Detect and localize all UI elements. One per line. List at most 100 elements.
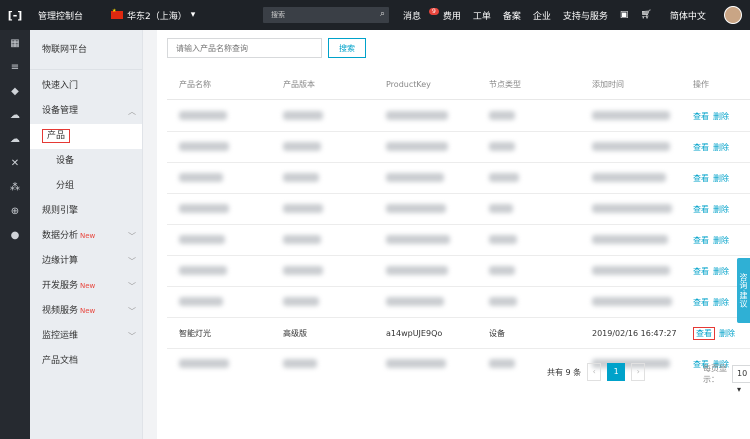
table-header: 产品名称 产品版本 ProductKey 节点类型 添加时间 操作: [167, 70, 750, 100]
sidebar-item-edge-computing[interactable]: 边缘计算 ﹀: [30, 249, 142, 274]
region-label: 华东2（上海）: [127, 11, 187, 22]
nav-enterprise[interactable]: 企业: [533, 9, 551, 22]
global-search-input[interactable]: 搜索 ⌕: [263, 7, 389, 23]
page-size-select[interactable]: 10 ▾: [732, 365, 750, 394]
cell-product-version: 高级版: [283, 328, 307, 338]
icon-rail: ▦ ≡ ◆ ☁ ☁ ✕ ⁂ ⊕ ●: [0, 30, 30, 439]
list-icon[interactable]: ≡: [9, 62, 21, 74]
sidebar-item-rule-engine[interactable]: 规则引擎: [30, 199, 142, 224]
row-actions: 查看 删除: [683, 204, 750, 215]
cell-version-redacted: [271, 141, 374, 153]
console-logo-icon[interactable]: [-]: [0, 0, 30, 30]
row-actions: 查看 删除: [683, 173, 750, 184]
view-link[interactable]: 查看: [693, 112, 709, 121]
cell-time-redacted: [580, 265, 683, 277]
prev-page-button[interactable]: ‹: [587, 363, 602, 381]
sidebar-item-monitoring[interactable]: 监控运维 ﹀: [30, 324, 142, 349]
sidebar-item-dev-services[interactable]: 开发服务 New ﹀: [30, 274, 142, 299]
cell-key-redacted: [374, 234, 477, 246]
cart-icon[interactable]: 🛒︎: [640, 10, 651, 20]
nav-tickets[interactable]: 工单: [473, 9, 491, 22]
diamond-icon[interactable]: ◆: [9, 86, 21, 98]
nav-icp[interactable]: 备案: [503, 9, 521, 22]
language-selector[interactable]: 简体中文: [670, 9, 706, 22]
sidebar-item-label: 产品: [42, 129, 71, 143]
region-selector[interactable]: 华东2（上海） ▾: [111, 8, 196, 22]
product-search-input[interactable]: [167, 38, 322, 58]
chevron-up-icon: ︿: [128, 107, 136, 116]
grid-menu-icon[interactable]: ▦: [9, 38, 21, 50]
view-link[interactable]: 查看: [693, 326, 715, 340]
cell-name-redacted: [167, 172, 271, 184]
nav-support[interactable]: 支持与服务: [563, 9, 608, 22]
total-count: 共有 9 条: [547, 367, 582, 377]
page-1-button[interactable]: 1: [607, 363, 626, 381]
delete-link[interactable]: 删除: [713, 143, 729, 152]
new-badge: New: [80, 232, 96, 240]
nav-billing[interactable]: 费用: [443, 9, 461, 22]
cell-name-redacted: [167, 359, 271, 370]
globe-icon[interactable]: ⊕: [9, 206, 21, 218]
sidebar-item-video-services[interactable]: 视频服务 New ﹀: [30, 299, 142, 324]
cell-name-redacted: [167, 203, 271, 215]
sidebar-item-label: 设备管理: [42, 106, 79, 116]
chevron-down-icon: ▾: [190, 10, 196, 20]
cell-version-redacted: [271, 265, 374, 277]
sidebar-item-product[interactable]: 产品: [30, 124, 142, 149]
cell-time-redacted: [580, 110, 683, 122]
view-link[interactable]: 查看: [693, 143, 709, 152]
next-page-button[interactable]: ›: [631, 363, 646, 381]
nodes-icon[interactable]: ⁂: [9, 182, 21, 194]
circle-icon[interactable]: ●: [9, 230, 21, 242]
terminal-icon[interactable]: ▣: [620, 10, 629, 20]
cell-version-redacted: [271, 172, 374, 184]
nav-messages[interactable]: 消息 9: [403, 7, 439, 22]
cross-icon[interactable]: ✕: [9, 158, 21, 170]
feedback-tab[interactable]: 咨询·建议: [737, 258, 750, 323]
cell-type-redacted: [477, 141, 580, 153]
china-flag-icon: [111, 8, 124, 19]
sidebar-item-label: 边缘计算: [42, 256, 79, 266]
delete-link[interactable]: 删除: [713, 205, 729, 214]
cloud-upload-icon[interactable]: ☁: [9, 134, 21, 146]
chevron-down-icon: ﹀: [128, 332, 136, 341]
delete-link[interactable]: 删除: [719, 329, 735, 338]
delete-link[interactable]: 删除: [713, 236, 729, 245]
page-size-control: 每页显示： 10 ▾: [703, 363, 750, 394]
cell-key-redacted: [374, 141, 477, 153]
sidebar-item-docs[interactable]: 产品文档: [30, 349, 142, 374]
cell-type-redacted: [477, 203, 580, 215]
cell-added-time: 2019/02/16 16:47:27: [592, 328, 677, 338]
new-badge: New: [80, 282, 96, 290]
search-button[interactable]: 搜索: [328, 38, 366, 58]
page-size-label: 每页显示：: [703, 364, 727, 384]
view-link[interactable]: 查看: [693, 174, 709, 183]
cloud-icon[interactable]: ☁: [9, 110, 21, 122]
console-title[interactable]: 管理控制台: [38, 9, 83, 22]
view-link[interactable]: 查看: [693, 298, 709, 307]
view-link[interactable]: 查看: [693, 205, 709, 214]
nav-messages-label: 消息: [403, 11, 422, 22]
delete-link[interactable]: 删除: [713, 112, 729, 121]
delete-link[interactable]: 删除: [713, 174, 729, 183]
main-content: 搜索 产品名称 产品版本 ProductKey 节点类型 添加时间 操作 查看删…: [157, 30, 750, 439]
sidebar-title: 物联网平台: [30, 30, 142, 70]
page-size-value: 10: [737, 369, 748, 378]
search-icon[interactable]: ⌕: [380, 9, 385, 19]
col-added-time: 添加时间: [592, 80, 624, 89]
sidebar-item-device-management[interactable]: 设备管理 ︿: [30, 99, 142, 124]
sidebar-item-quickstart[interactable]: 快速入门: [30, 74, 142, 99]
top-bar: [-] 管理控制台 华东2（上海） ▾ 搜索 ⌕ 消息 9 费用 工单 备案 企业…: [0, 0, 750, 30]
view-link[interactable]: 查看: [693, 267, 709, 276]
sidebar-item-group[interactable]: 分组: [30, 174, 142, 199]
cell-name-redacted: [167, 265, 271, 277]
delete-link[interactable]: 删除: [713, 298, 729, 307]
sidebar-item-device[interactable]: 设备: [30, 149, 142, 174]
sidebar-item-data-analysis[interactable]: 数据分析 New ﹀: [30, 224, 142, 249]
avatar[interactable]: [724, 6, 742, 24]
view-link[interactable]: 查看: [693, 236, 709, 245]
cell-version-redacted: [271, 234, 374, 246]
delete-link[interactable]: 删除: [713, 267, 729, 276]
table-row: 查看 删除: [167, 194, 750, 225]
sidebar: 物联网平台 快速入门 设备管理 ︿ 产品 设备 分组 规则引擎 数据分析 New ﹀ …: [30, 30, 143, 439]
